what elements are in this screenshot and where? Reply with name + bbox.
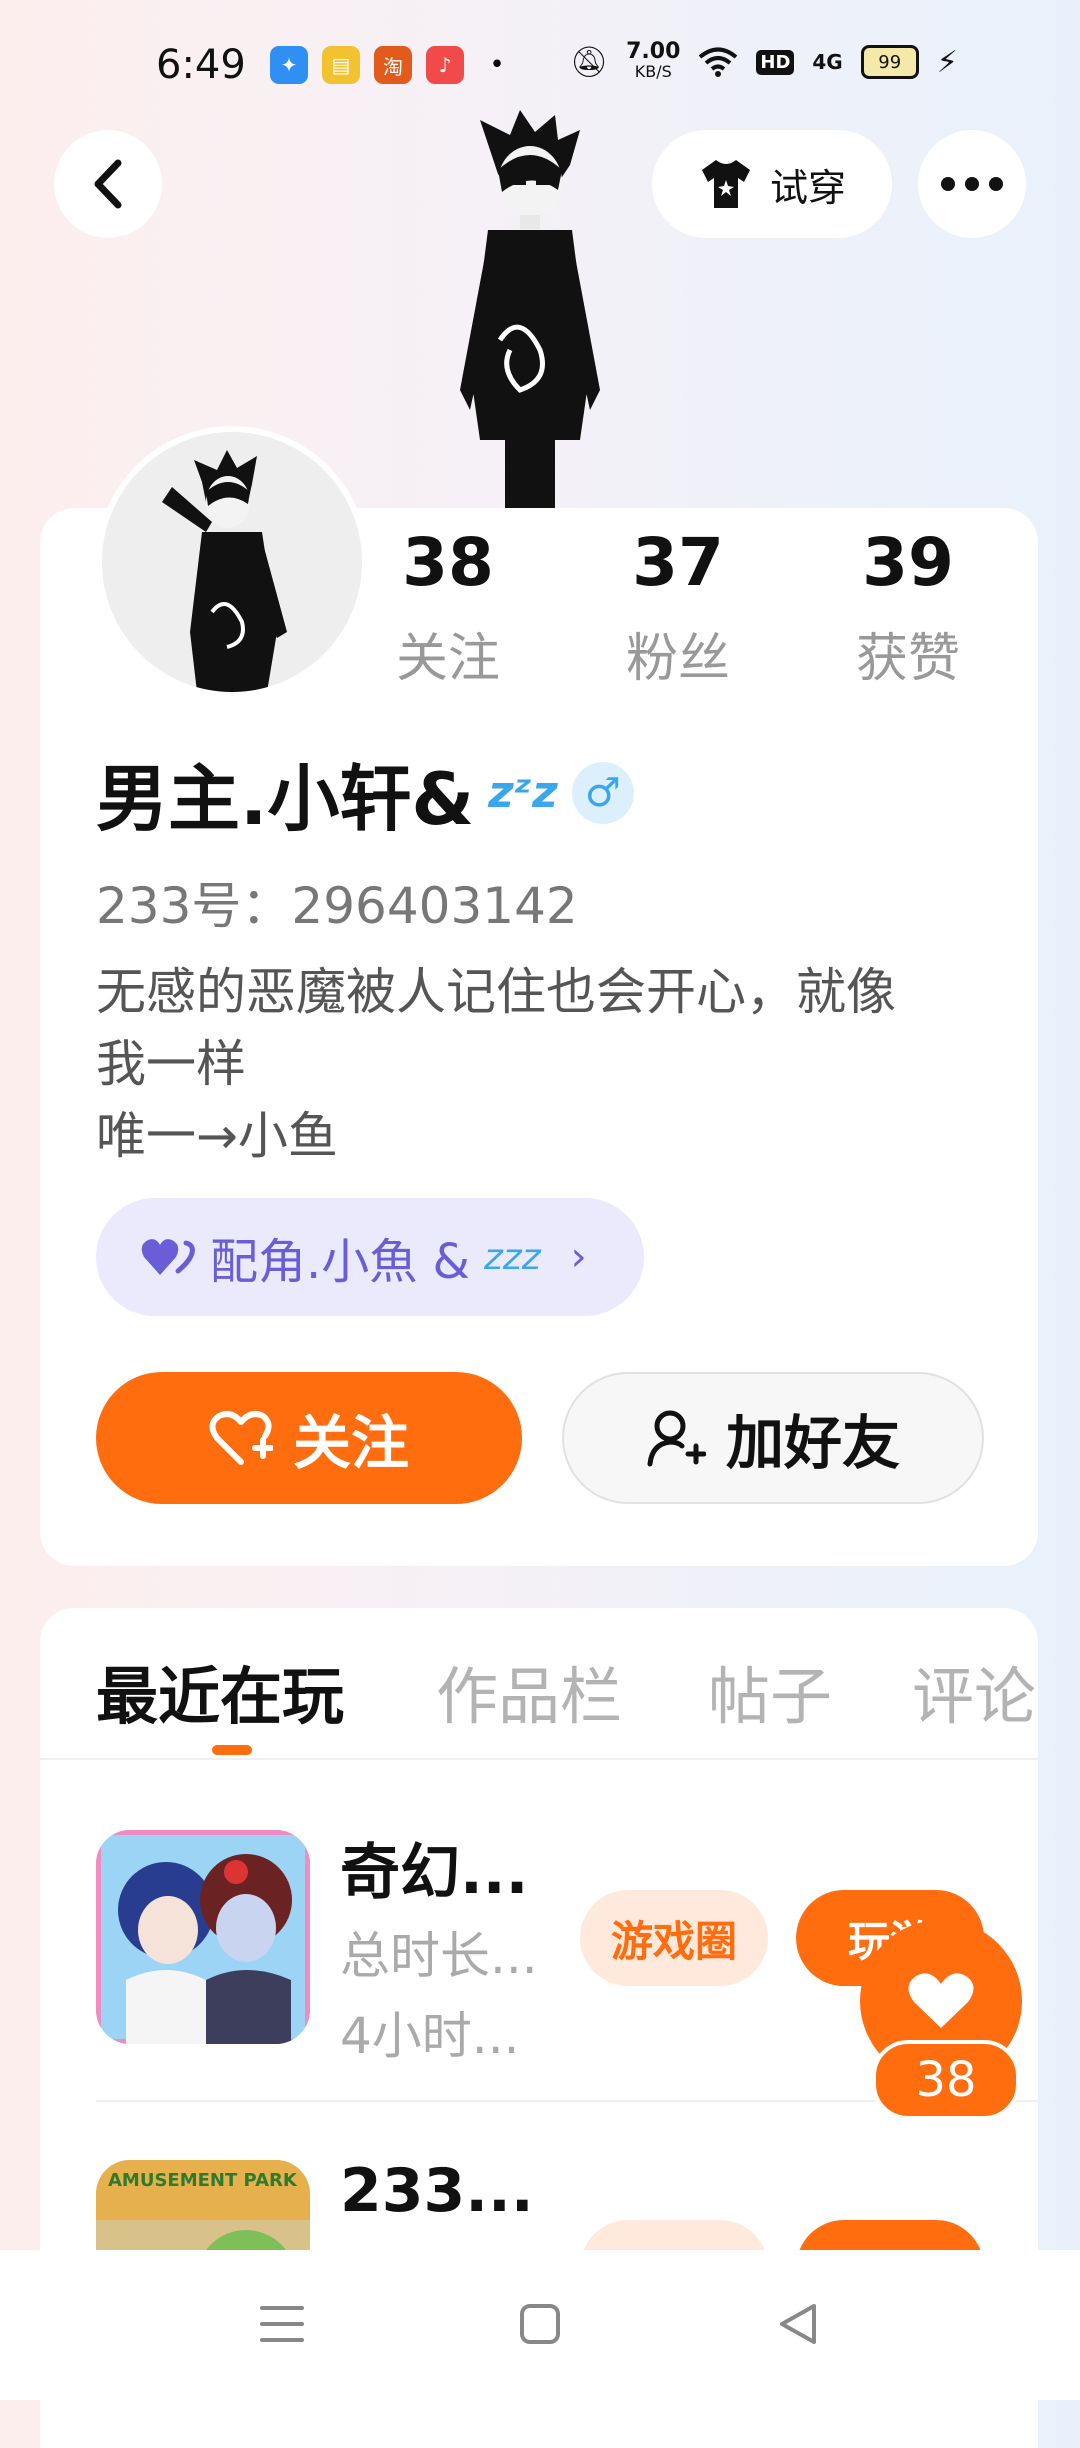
notification-icons: ✦ ▤ 淘 ♪ • [270,46,516,84]
feather-app-icon: ✦ [270,46,308,84]
dot-icon: • [489,50,505,80]
like-count-badge: 38 [872,2040,1020,2120]
stat-following-value: 38 [402,524,494,601]
profile-bio: 无感的恶魔被人记住也会开心，就像 我一样 唯一→小鱼 [96,956,996,1172]
game-icon[interactable] [96,1830,310,2044]
avatar-figure-image [460,110,600,510]
tab-recently-played[interactable]: 最近在玩 [96,1646,344,1736]
user-id: 233号：296403142 [96,877,578,935]
avatar[interactable] [96,426,368,698]
book-app-icon: ▤ [322,46,360,84]
stat-likes-label: 获赞 [855,629,960,689]
music-app-icon: ♪ [426,46,464,84]
charging-icon: ⚡ [936,44,958,80]
heart-icon [908,1973,974,2028]
menu-icon[interactable] [258,2302,306,2346]
stat-likes-value: 39 [862,524,954,601]
double-heart-icon [141,1239,195,1275]
mute-icon: 🔕︎ [570,44,609,80]
more-options-button[interactable] [918,130,1026,238]
tab-comments[interactable]: 评论 [912,1646,1036,1736]
more-dots-icon [941,177,1003,191]
stat-fans[interactable]: 37 粉丝 [588,530,768,691]
partner-chip[interactable]: 配角.小魚 & zzz › [96,1198,644,1316]
bio-line: 我一样 [96,1035,246,1093]
game-cover-banner: AMUSEMENT PARK [108,2170,297,2191]
game-title: 233... [340,2156,534,2226]
tab-divider [40,1758,1038,1760]
stat-fans-value: 37 [632,524,724,601]
battery-icon: 99 [860,45,919,79]
profile-name-text: 男主.小轩& [96,757,475,841]
bio-line: 唯一→小鱼 [96,1107,338,1165]
tshirt-icon [701,160,750,208]
chevron-right-icon: › [570,1234,587,1280]
partner-label: 配角.小魚 & [210,1234,470,1290]
follow-label: 关注 [292,1409,409,1477]
try-on-button[interactable]: 试穿 [652,130,892,238]
chevron-left-icon [94,159,122,209]
avatar-image [162,450,287,692]
game-playtime-label: 总时长... [340,1927,538,1985]
sleep-zzz-icon: zzz [483,1236,541,1278]
add-friend-button[interactable]: 加好友 [562,1372,984,1504]
stat-likes[interactable]: 39 获赞 [818,530,998,691]
follow-button[interactable]: 关注 [96,1372,522,1504]
game-title: 奇幻... [340,1838,529,1908]
heart-plus-icon [209,1411,273,1465]
home-icon[interactable] [516,2300,564,2348]
try-on-label: 试穿 [769,165,846,210]
game-playtime-value: 4小时... [340,2007,520,2065]
profile-name: 男主.小轩& zᶻz ♂ [96,740,634,845]
net-speed: 7.00 KB/S [626,39,681,82]
wifi-icon [699,47,738,77]
status-time: 6:49 [156,42,246,88]
add-friend-label: 加好友 [725,1409,900,1477]
net-speed-unit: KB/S [634,62,672,81]
stat-following[interactable]: 38 关注 [358,530,538,691]
stat-fans-label: 粉丝 [625,629,730,689]
back-button[interactable] [54,130,162,238]
add-user-icon [647,1410,706,1467]
tab-works[interactable]: 作品栏 [436,1646,622,1736]
battery-level: 99 [878,51,902,73]
game-cover-image [96,1830,310,2044]
active-tab-indicator [212,1745,252,1755]
system-nav-bar [0,2250,1080,2400]
game-circle-button[interactable]: 游戏圈 [580,1890,768,1986]
sleep-zzz-icon: zᶻz [488,767,558,818]
signal-icon: 4G [812,50,843,74]
stat-following-label: 关注 [395,629,500,689]
back-nav-icon[interactable] [776,2300,820,2348]
male-gender-icon: ♂ [571,761,634,824]
taobao-app-icon: 淘 [374,46,412,84]
hd-badge: HD [756,49,795,75]
net-speed-value: 7.00 [626,39,681,64]
system-indicators: 🔕︎ 7.00 KB/S HD 4G 99 ⚡ [570,39,958,82]
bio-line: 无感的恶魔被人记住也会开心，就像 [96,963,896,1021]
tab-posts[interactable]: 帖子 [708,1646,832,1736]
